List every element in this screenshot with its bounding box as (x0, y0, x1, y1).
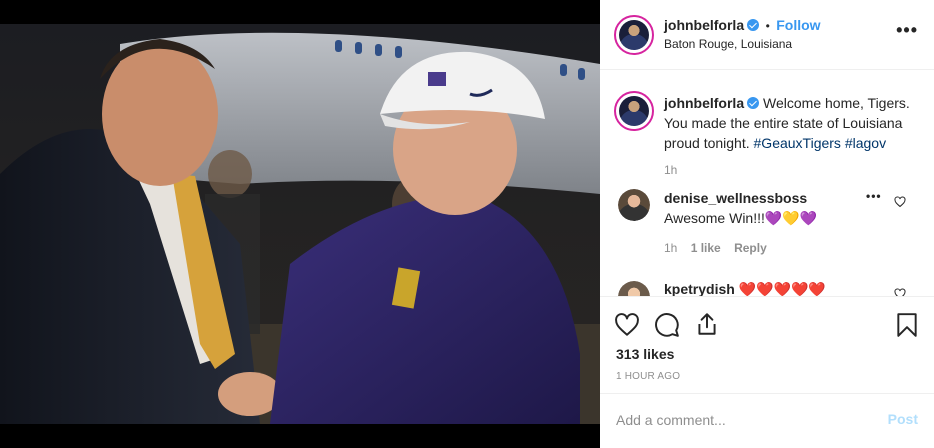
heart-icon[interactable] (614, 312, 640, 338)
caption-text-block: johnbelforla Welcome home, Tigers. You m… (664, 93, 918, 153)
verified-badge-icon (747, 19, 760, 31)
comment-text-block: kpetrydish ❤️❤️❤️❤️❤️ (664, 279, 894, 296)
comment-username[interactable]: denise_wellnessboss (664, 190, 807, 206)
commenter-avatar[interactable] (618, 189, 650, 221)
author-line: johnbelforla • Follow (664, 17, 821, 35)
comments-section[interactable]: johnbelforla Welcome home, Tigers. You m… (600, 71, 934, 296)
post-timestamp[interactable]: 1 HOUR AGO (616, 371, 680, 382)
more-options-icon[interactable]: ••• (896, 20, 918, 41)
author-username[interactable]: johnbelforla (664, 17, 744, 33)
author-avatar[interactable] (614, 15, 654, 55)
post-photo[interactable] (0, 24, 600, 424)
post-header: johnbelforla • Follow Baton Rouge, Louis… (600, 0, 934, 70)
hashtag-link[interactable]: #lagov (845, 135, 886, 151)
comment-meta: 1h 1 like Reply (664, 241, 767, 255)
comment-icon[interactable] (654, 312, 680, 338)
post-button[interactable]: Post (888, 411, 918, 427)
comment-age[interactable]: 1h (664, 241, 677, 255)
caption-username[interactable]: johnbelforla (664, 95, 744, 111)
comment-username[interactable]: kpetrydish (664, 281, 735, 296)
post-photo-area (0, 0, 600, 448)
share-icon[interactable] (694, 311, 720, 337)
comment-text-block: denise_wellnessboss Awesome Win!!!💜💛💜 (664, 188, 864, 228)
add-comment-bar: Post (600, 393, 934, 448)
likes-count[interactable]: 313 likes (616, 346, 674, 362)
comment-like-heart-icon[interactable] (894, 196, 906, 208)
post-detail-panel: johnbelforla • Follow Baton Rouge, Louis… (600, 0, 934, 448)
comment-text: ❤️❤️❤️❤️❤️ (738, 281, 826, 296)
verified-badge-icon (747, 97, 760, 109)
reply-button[interactable]: Reply (734, 241, 767, 255)
commenter-avatar[interactable] (618, 281, 650, 296)
comment-text: Awesome Win!!!💜💛💜 (664, 210, 818, 226)
bookmark-icon[interactable] (894, 312, 920, 338)
follow-button[interactable]: Follow (776, 17, 820, 33)
comment-more-icon[interactable]: ••• (866, 189, 882, 203)
separator-dot: • (765, 19, 770, 33)
caption-age[interactable]: 1h (664, 163, 677, 177)
comment-like-heart-icon[interactable] (894, 288, 906, 296)
caption-avatar[interactable] (614, 91, 654, 131)
post-actions: 313 likes 1 HOUR AGO Post (600, 296, 934, 448)
comment-likes[interactable]: 1 like (691, 241, 721, 255)
comment-input[interactable] (616, 410, 866, 430)
hashtag-link[interactable]: #GeauxTigers (754, 135, 841, 151)
post-location[interactable]: Baton Rouge, Louisiana (664, 37, 792, 51)
